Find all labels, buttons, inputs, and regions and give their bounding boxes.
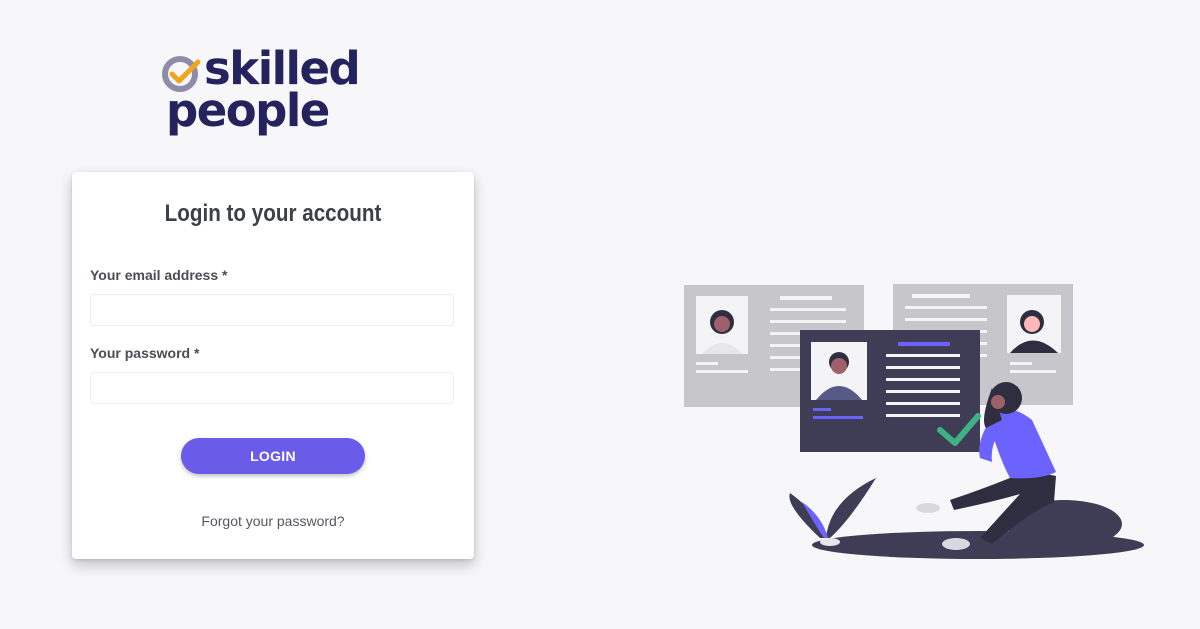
logo-word-people: people (166, 84, 330, 137)
login-title: Login to your account (164, 200, 382, 227)
login-page: skilled people Login to your account You… (0, 0, 1200, 629)
skilled-people-logo: skilled people (160, 44, 390, 144)
email-field[interactable] (90, 294, 454, 326)
forgot-password-link[interactable]: Forgot your password? (72, 513, 474, 529)
login-button[interactable]: LOGIN (181, 438, 365, 474)
email-label: Your email address * (90, 267, 228, 283)
profile-card-front (800, 330, 980, 452)
password-field[interactable] (90, 372, 454, 404)
login-card: Login to your account Your email address… (72, 172, 474, 559)
password-label: Your password * (90, 345, 200, 361)
recruiter-reviewing-profiles-illustration (684, 284, 1144, 559)
